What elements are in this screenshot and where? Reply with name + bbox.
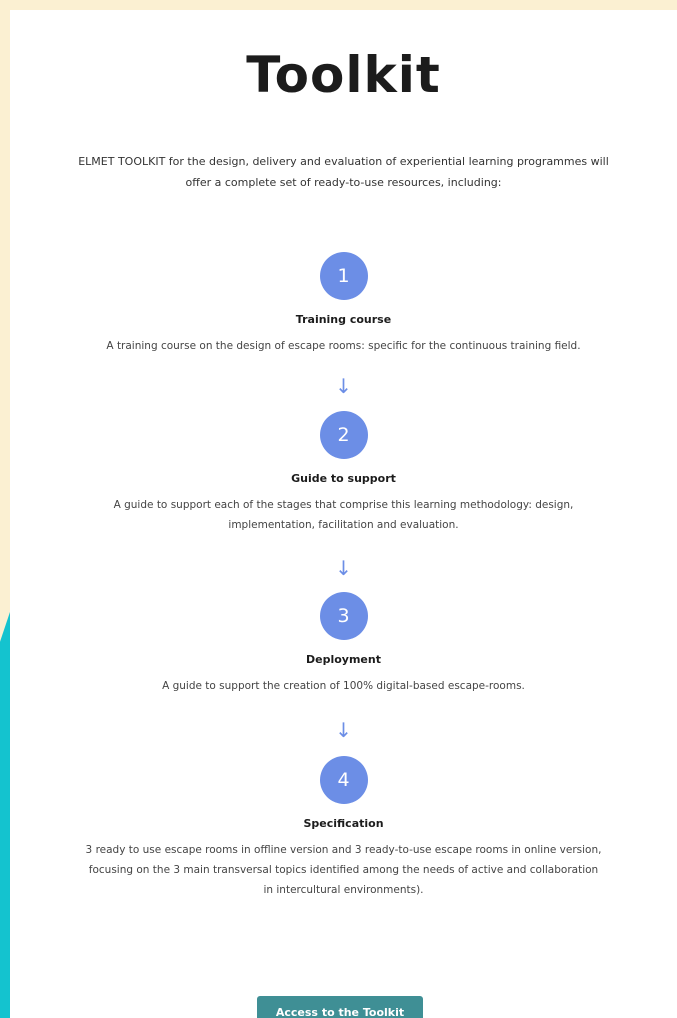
access-toolkit-button[interactable]: Access to the Toolkit [257, 996, 423, 1018]
intro-line: offer a complete set of ready-to-use res… [185, 176, 502, 189]
step-description: A guide to support each of the stages th… [10, 495, 677, 535]
step-number-badge: 3 [319, 592, 368, 640]
step-training-course: 1 Training course A training course on t… [10, 252, 677, 356]
step-title: Guide to support [291, 472, 396, 485]
step-desc-line: A guide to support the creation of 100% … [162, 680, 525, 692]
step-specification: 4 Specification 3 ready to use escape ro… [10, 756, 677, 900]
step-number-badge: 4 [319, 756, 368, 804]
intro-text: ELMET TOOLKIT for the design, delivery a… [10, 151, 677, 193]
arrow-down-icon: ↓ [335, 374, 352, 398]
arrow-down-icon: ↓ [335, 718, 352, 742]
step-deployment: 3 Deployment A guide to support the crea… [10, 592, 677, 696]
arrow-down-icon: ↓ [335, 556, 352, 580]
step-desc-line: implementation, facilitation and evaluat… [228, 519, 459, 531]
step-number-badge: 1 [319, 252, 368, 300]
page-title: Toolkit [246, 46, 441, 104]
step-guide-to-support: 2 Guide to support A guide to support ea… [10, 411, 677, 535]
step-desc-line: 3 ready to use escape rooms in offline v… [85, 844, 602, 856]
step-description: A guide to support the creation of 100% … [10, 676, 677, 696]
step-title: Training course [295, 313, 392, 326]
step-description: A training course on the design of escap… [10, 336, 677, 356]
step-number-badge: 2 [319, 411, 368, 459]
step-desc-line: in intercultural environments). [263, 884, 424, 896]
step-desc-line: A training course on the design of escap… [106, 340, 581, 352]
step-title: Specification [303, 817, 384, 830]
step-title: Deployment [306, 653, 381, 666]
step-desc-line: focusing on the 3 main transversal topic… [88, 864, 599, 876]
step-desc-line: A guide to support each of the stages th… [113, 499, 574, 511]
toolkit-card: Toolkit ELMET TOOLKIT for the design, de… [10, 10, 677, 1018]
step-description: 3 ready to use escape rooms in offline v… [10, 840, 677, 900]
intro-line: ELMET TOOLKIT for the design, delivery a… [78, 155, 609, 168]
